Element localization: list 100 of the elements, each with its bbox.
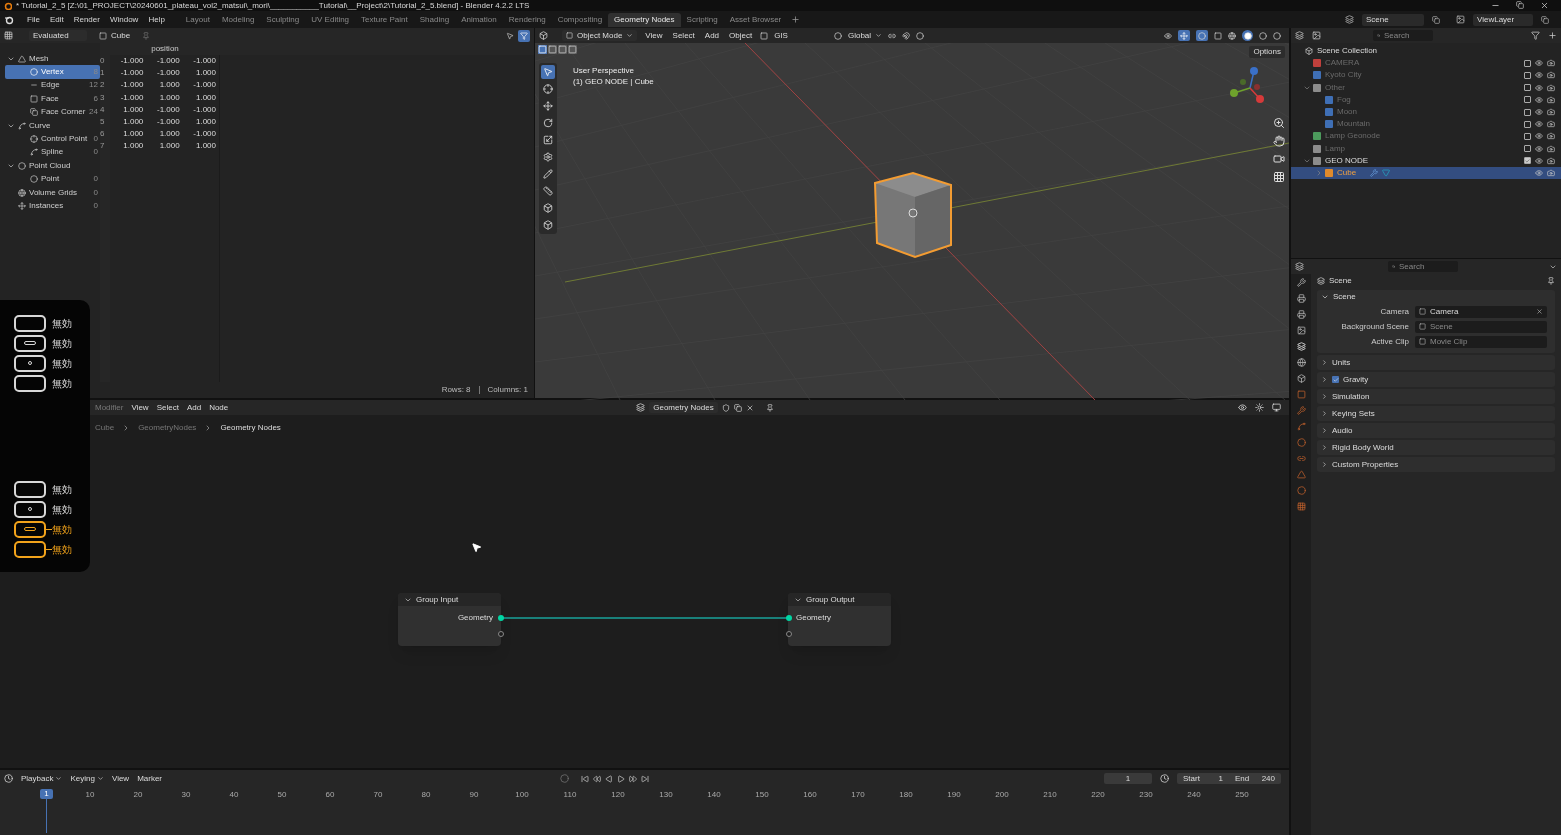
editor-type-icon[interactable] [1295, 262, 1304, 271]
current-frame-indicator[interactable]: 1 [40, 789, 53, 799]
clear-icon[interactable] [1536, 308, 1543, 315]
properties-tab-icon[interactable] [1296, 358, 1306, 367]
duplicate-icon[interactable] [1541, 15, 1549, 24]
start-frame-field[interactable]: Start 1 [1177, 773, 1229, 784]
workspace-tab[interactable]: Layout [179, 12, 216, 27]
menu-item[interactable]: Render [68, 13, 105, 26]
editor-type-icon[interactable] [4, 31, 13, 40]
render-icon[interactable] [1547, 156, 1555, 165]
view-layer-field[interactable]: ViewLayer [1473, 13, 1533, 26]
wireframe-shading-icon[interactable] [1228, 31, 1236, 40]
properties-tab-icon[interactable] [1296, 374, 1306, 383]
tool-icon[interactable] [541, 218, 555, 232]
scene-field[interactable]: Scene [1362, 13, 1424, 26]
tool-icon[interactable] [541, 133, 555, 147]
workspace-tab[interactable]: Scripting [680, 12, 724, 27]
new-collection-icon[interactable] [1548, 31, 1557, 40]
workspace-tab[interactable]: UV Editing [305, 12, 356, 27]
panel-checkbox[interactable] [1332, 376, 1339, 383]
render-icon[interactable] [1547, 95, 1555, 104]
display-mode-icon[interactable] [1312, 31, 1321, 40]
workspace-tab[interactable]: Asset Browser [723, 12, 788, 27]
menu-item[interactable]: Add [186, 401, 202, 414]
modifier-dropdown[interactable]: Modifier [95, 401, 124, 414]
pointer-icon[interactable] [506, 31, 514, 40]
exclude-checkbox[interactable] [1524, 108, 1531, 116]
collapsed-panel[interactable]: Gravity [1317, 372, 1555, 387]
backdrop-icon[interactable] [1272, 403, 1281, 412]
mode-dropdown[interactable]: Evaluated [29, 30, 87, 41]
shading-icon[interactable] [760, 31, 769, 40]
properties-tab-icon[interactable] [1296, 342, 1306, 351]
menu-item[interactable]: Playback [21, 772, 63, 785]
xray-icon[interactable] [1214, 31, 1222, 40]
search-input[interactable]: Search [1399, 260, 1454, 273]
preview-range-icon[interactable] [1160, 774, 1169, 783]
node-card[interactable]: Group Output Geometry [788, 593, 891, 646]
render-icon[interactable] [1547, 168, 1555, 177]
tool-icon[interactable] [541, 167, 555, 181]
next-keyframe-icon[interactable] [629, 774, 638, 783]
menu-item[interactable]: Edit [44, 13, 69, 26]
field-input[interactable]: Movie Clip [1415, 335, 1547, 348]
breadcrumb-item[interactable]: Cube [95, 421, 115, 434]
tree-item[interactable]: Point Cloud [5, 159, 100, 173]
properties-tab-icon[interactable] [1296, 294, 1306, 303]
render-icon[interactable] [1547, 59, 1555, 68]
restore-icon[interactable] [1516, 1, 1524, 9]
solid-shading-icon[interactable] [1243, 31, 1252, 40]
tool-icon[interactable] [541, 201, 555, 215]
pin-icon[interactable] [1547, 277, 1555, 285]
render-icon[interactable] [1547, 71, 1555, 80]
visibility-icon[interactable] [1535, 95, 1543, 104]
editor-type-icon[interactable] [4, 774, 13, 783]
visibility-icon[interactable] [1535, 156, 1543, 165]
menu-item[interactable]: Add [702, 29, 722, 42]
play-icon[interactable] [617, 774, 626, 783]
filter-icon[interactable] [1531, 31, 1540, 40]
menu-item[interactable]: Window [104, 13, 144, 26]
menu-item[interactable]: Object [727, 29, 755, 42]
node-tree-field[interactable]: Geometry Nodes [649, 402, 718, 413]
field-input[interactable]: Scene [1415, 320, 1547, 333]
tool-icon[interactable] [541, 82, 555, 96]
exclude-checkbox[interactable] [1524, 120, 1531, 128]
search-field[interactable]: Search [1388, 261, 1458, 272]
menu-item[interactable]: Select [156, 401, 179, 414]
properties-tab-icon[interactable] [1296, 326, 1306, 335]
exclude-checkbox[interactable] [1524, 96, 1531, 104]
hand-icon[interactable] [1273, 135, 1285, 147]
workspace-tab[interactable]: Animation [455, 12, 503, 27]
end-frame-field[interactable]: End 240 [1229, 773, 1281, 784]
pin-icon[interactable] [765, 403, 774, 412]
tree-item[interactable]: Curve [5, 118, 100, 133]
current-frame-field[interactable]: 1 [1104, 773, 1152, 784]
render-icon[interactable] [1547, 132, 1555, 141]
prev-keyframe-icon[interactable] [593, 774, 602, 783]
workspace-tab[interactable]: Sculpting [260, 12, 306, 27]
options-menu[interactable]: Options [1249, 46, 1285, 58]
panel-title[interactable]: Scene [1333, 291, 1356, 303]
overlay-icon[interactable] [1238, 403, 1247, 412]
render-shading-icon[interactable] [1273, 31, 1281, 40]
menu-item[interactable]: View [643, 29, 665, 42]
properties-tab-icon[interactable] [1296, 278, 1306, 287]
jump-end-icon[interactable] [641, 774, 650, 783]
workspace-tab[interactable]: Compositing [551, 12, 609, 27]
tree-item[interactable]: Face Corner 24 [5, 105, 100, 119]
node-card[interactable]: Group Input Geometry [398, 593, 501, 646]
menu-item[interactable]: Node [209, 401, 229, 414]
tree-item[interactable]: Face 6 [5, 92, 100, 106]
workspace-tab[interactable]: Rendering [502, 12, 552, 27]
outliner-root[interactable]: Scene Collection [1317, 45, 1378, 58]
outliner-row[interactable]: Cube [1291, 166, 1561, 180]
tree-item[interactable]: Spline 0 [5, 145, 100, 160]
gis-menu[interactable]: GIS [774, 29, 788, 42]
collapsed-panel[interactable]: Audio [1317, 423, 1555, 438]
visibility-icon[interactable] [1535, 83, 1543, 92]
play-reverse-icon[interactable] [605, 774, 614, 783]
scene-icon[interactable] [1345, 15, 1354, 24]
empty-socket-icon[interactable] [498, 631, 504, 637]
search-input[interactable]: Search [1384, 29, 1429, 42]
scene-icon[interactable] [1317, 277, 1325, 285]
